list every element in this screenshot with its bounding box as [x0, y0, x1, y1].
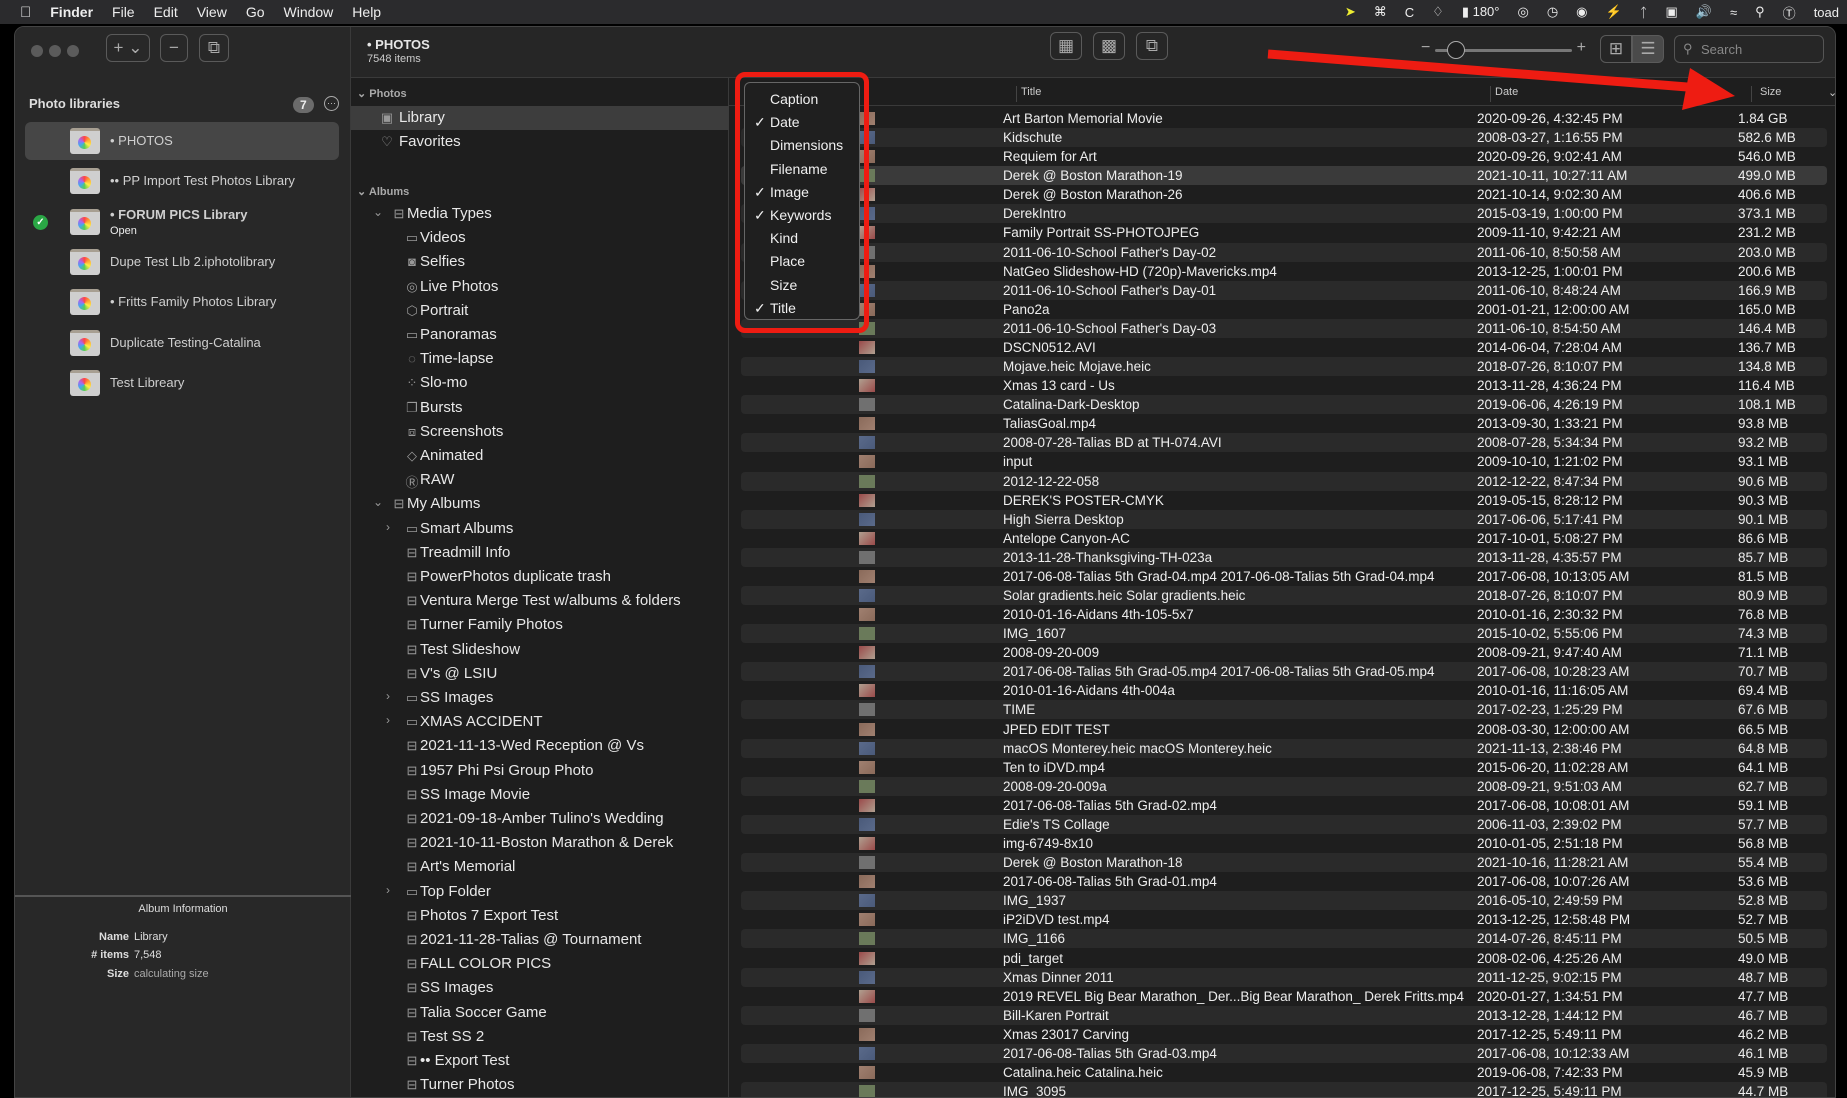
annotation-arrow — [1267, 49, 1735, 110]
arrow-head — [1682, 68, 1735, 110]
arrow-shaft — [1267, 49, 1701, 93]
